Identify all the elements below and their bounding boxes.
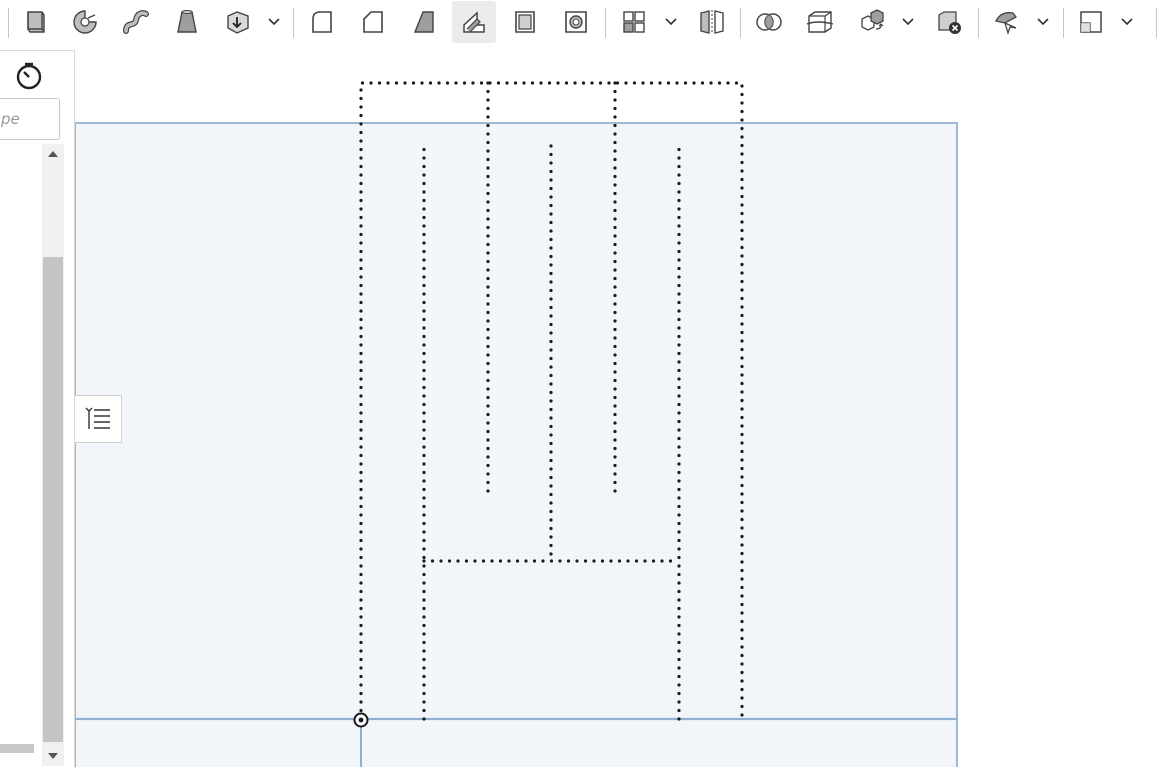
shell-icon <box>515 11 535 33</box>
chevron-down-icon <box>1037 18 1049 26</box>
revolve-icon <box>73 10 97 34</box>
rib-button[interactable] <box>452 1 496 43</box>
split-button[interactable] <box>798 1 842 43</box>
scroll-down-arrow-icon[interactable] <box>48 753 58 759</box>
shell-button[interactable] <box>503 1 547 43</box>
transform-icon <box>861 9 884 31</box>
modify-dropdown[interactable] <box>1036 14 1050 30</box>
fillet-button[interactable] <box>300 1 344 43</box>
rib-icon <box>463 11 485 33</box>
mirror-icon <box>700 10 724 34</box>
revolve-button[interactable] <box>63 1 107 43</box>
loft-button[interactable] <box>165 1 209 43</box>
chamfer-icon <box>363 11 383 33</box>
list-outline-icon <box>85 407 110 429</box>
chamfer-button[interactable] <box>351 1 395 43</box>
hole-button[interactable] <box>554 1 598 43</box>
plane-dropdown[interactable] <box>1120 14 1134 30</box>
toolbar-separator <box>1063 8 1064 38</box>
feature-search-input[interactable] <box>0 98 60 140</box>
scroll-up-arrow-icon[interactable] <box>48 151 58 157</box>
delete-part-icon <box>938 11 961 34</box>
toolbar-separator <box>605 8 606 38</box>
plane-button[interactable] <box>1069 1 1113 43</box>
sketch-scene <box>75 81 958 767</box>
modify-fillet-button[interactable] <box>984 1 1028 43</box>
feature-list-scrollbar[interactable] <box>42 144 64 766</box>
toolbar-separator <box>740 8 741 38</box>
scrollbar-thumb[interactable] <box>43 257 63 742</box>
sketch-plane <box>75 122 958 767</box>
feature-toolbar <box>0 0 1162 46</box>
transform-button[interactable] <box>849 1 893 43</box>
extrude-button[interactable] <box>13 1 57 43</box>
sweep-icon <box>123 10 149 34</box>
extrude-icon <box>27 11 45 33</box>
chevron-down-icon <box>902 18 914 26</box>
draft-icon <box>413 11 434 33</box>
pattern-icon <box>623 11 645 33</box>
pattern-dropdown[interactable] <box>664 14 678 30</box>
mirror-button[interactable] <box>690 1 734 43</box>
loft-icon <box>177 10 197 33</box>
plane-icon <box>1080 11 1102 33</box>
hole-icon <box>565 11 587 33</box>
graphics-viewport[interactable] <box>75 46 1162 767</box>
delete-part-button[interactable] <box>927 1 971 43</box>
stopwatch-icon <box>16 62 42 90</box>
draft-button[interactable] <box>402 1 446 43</box>
thicken-icon <box>227 11 249 34</box>
thicken-dropdown[interactable] <box>267 14 281 30</box>
toolbar-separator <box>8 8 9 38</box>
thicken-button[interactable] <box>216 1 260 43</box>
boolean-icon <box>756 13 782 31</box>
chevron-down-icon <box>1121 18 1133 26</box>
boolean-button[interactable] <box>747 1 791 43</box>
outline-toggle-button[interactable] <box>75 395 122 443</box>
history-button[interactable] <box>14 61 44 91</box>
origin-point[interactable] <box>353 712 369 728</box>
toolbar-separator <box>1156 8 1157 38</box>
split-icon <box>806 11 834 33</box>
sweep-button[interactable] <box>114 1 158 43</box>
transform-dropdown[interactable] <box>901 14 915 30</box>
fillet-icon <box>312 11 332 33</box>
chevron-down-icon <box>268 18 280 26</box>
modify-fillet-icon <box>995 12 1017 36</box>
toolbar-separator <box>978 8 979 38</box>
pattern-button[interactable] <box>612 1 656 43</box>
horizontal-scrollbar-thumb[interactable] <box>0 744 34 753</box>
feature-list-panel <box>0 50 75 768</box>
chevron-down-icon <box>665 18 677 26</box>
toolbar-separator <box>293 8 294 38</box>
